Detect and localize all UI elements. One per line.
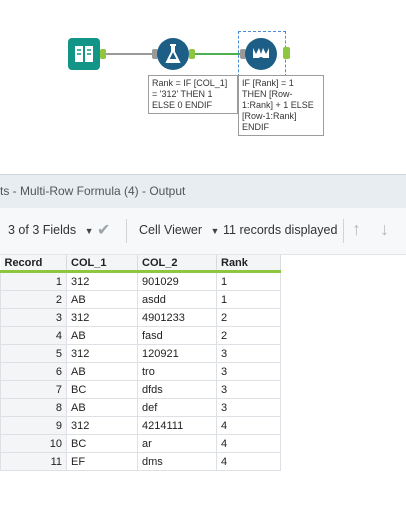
record-number: 10 <box>0 434 67 453</box>
multirow-annotation[interactable]: IF [Rank] = 1 THEN [Row- 1:Rank] + 1 ELS… <box>238 75 324 136</box>
annotation-line: THEN [Row- <box>242 89 293 99</box>
cell-viewer-dropdown[interactable]: Cell Viewer ▼ <box>139 223 219 237</box>
cell-col1[interactable]: AB <box>66 290 138 309</box>
cell-col2[interactable]: 901029 <box>137 271 217 291</box>
cell-col2[interactable]: dms <box>137 452 217 471</box>
cell-rank[interactable]: 3 <box>216 362 281 381</box>
cell-rank[interactable]: 3 <box>216 398 281 417</box>
column-header-col2[interactable]: COL_2 <box>137 255 217 273</box>
record-number: 6 <box>0 362 67 381</box>
table-row[interactable]: 5 312 120921 3 <box>0 344 281 363</box>
cell-col2[interactable]: tro <box>137 362 217 381</box>
cell-col1[interactable]: 312 <box>66 344 138 363</box>
cell-col2[interactable]: 4214111 <box>137 416 217 435</box>
workflow-canvas[interactable]: Rank = IF [COL_1] = '312' THEN 1 ELSE 0 … <box>0 0 406 170</box>
cell-rank[interactable]: 4 <box>216 452 281 471</box>
arrow-up-icon[interactable]: ↑ <box>352 219 361 240</box>
records-count: 11 records displayed <box>223 223 338 237</box>
table-row[interactable]: 9 312 4214111 4 <box>0 416 281 435</box>
cell-col1[interactable]: EF <box>66 452 138 471</box>
cell-col2[interactable]: 120921 <box>137 344 217 363</box>
table-row[interactable]: 1 312 901029 1 <box>0 271 281 291</box>
cell-col1[interactable]: AB <box>66 326 138 345</box>
cell-col1[interactable]: BC <box>66 380 138 399</box>
results-toolbar: 3 of 3 Fields ▼ ✔ Cell Viewer ▼ 11 recor… <box>0 208 406 255</box>
cell-col1[interactable]: 312 <box>66 416 138 435</box>
cell-col1[interactable]: 312 <box>66 271 138 291</box>
column-header-col1[interactable]: COL_1 <box>66 255 138 273</box>
record-number: 5 <box>0 344 67 363</box>
cell-col1[interactable]: AB <box>66 362 138 381</box>
cell-rank[interactable]: 4 <box>216 434 281 453</box>
cell-col1[interactable]: BC <box>66 434 138 453</box>
cell-rank[interactable]: 1 <box>216 271 281 291</box>
toolbar-divider <box>126 219 127 243</box>
table-row[interactable]: 8 AB def 3 <box>0 398 281 417</box>
chevron-down-icon: ▼ <box>79 226 94 236</box>
cell-rank[interactable]: 4 <box>216 416 281 435</box>
annotation-line: = '312' THEN 1 <box>152 89 213 99</box>
table-row[interactable]: 11 EF dms 4 <box>0 452 281 471</box>
table-row[interactable]: 7 BC dfds 3 <box>0 380 281 399</box>
cell-col2[interactable]: 4901233 <box>137 308 217 327</box>
cell-col1[interactable]: AB <box>66 398 138 417</box>
fields-label: 3 of 3 Fields <box>8 223 77 237</box>
cell-viewer-label: Cell Viewer <box>139 223 202 237</box>
cell-col2[interactable]: dfds <box>137 380 217 399</box>
cell-col1[interactable]: 312 <box>66 308 138 327</box>
column-header-record[interactable]: Record <box>0 255 67 273</box>
cell-rank[interactable]: 2 <box>216 308 281 327</box>
cell-rank[interactable]: 3 <box>216 344 281 363</box>
formula-annotation[interactable]: Rank = IF [COL_1] = '312' THEN 1 ELSE 0 … <box>148 75 238 114</box>
results-window-title: ts - Multi-Row Formula (4) - Output <box>0 174 406 209</box>
formula-tool-icon[interactable] <box>157 38 189 70</box>
column-header-rank[interactable]: Rank <box>216 255 281 273</box>
cell-rank[interactable]: 3 <box>216 380 281 399</box>
annotation-line: 1:Rank] + 1 ELSE <box>242 100 314 110</box>
annotation-line: IF [Rank] = 1 <box>242 78 294 88</box>
results-table: Record COL_1 COL_2 Rank 1 312 901029 1 2 AB a… <box>0 255 281 471</box>
cell-col2[interactable]: fasd <box>137 326 217 345</box>
record-number: 3 <box>0 308 67 327</box>
table-row[interactable]: 4 AB fasd 2 <box>0 326 281 345</box>
annotation-line: ELSE 0 ENDIF <box>152 100 213 110</box>
connection-line <box>106 53 157 55</box>
cell-rank[interactable]: 1 <box>216 290 281 309</box>
record-number: 1 <box>0 271 67 291</box>
annotation-line: Rank = IF [COL_1] <box>152 78 228 88</box>
record-number: 9 <box>0 416 67 435</box>
results-title-text: ts - Multi-Row Formula (4) - Output <box>0 184 186 198</box>
table-row[interactable]: 10 BC ar 4 <box>0 434 281 453</box>
record-number: 2 <box>0 290 67 309</box>
input-data-tool-icon[interactable] <box>68 38 100 70</box>
record-number: 4 <box>0 326 67 345</box>
table-header-row: Record COL_1 COL_2 Rank <box>0 255 281 273</box>
toolbar-divider <box>343 219 344 243</box>
table-row[interactable]: 6 AB tro 3 <box>0 362 281 381</box>
connection-line <box>195 53 240 55</box>
record-number: 8 <box>0 398 67 417</box>
output-anchor[interactable] <box>283 47 290 59</box>
cell-rank[interactable]: 2 <box>216 326 281 345</box>
annotation-line: ENDIF <box>242 122 269 132</box>
annotation-line: [Row-1:Rank] <box>242 111 297 121</box>
multi-row-formula-tool-icon[interactable] <box>245 38 277 70</box>
record-number: 7 <box>0 380 67 399</box>
table-row[interactable]: 2 AB asdd 1 <box>0 290 281 309</box>
fields-dropdown[interactable]: 3 of 3 Fields ▼ <box>8 223 94 237</box>
cell-col2[interactable]: ar <box>137 434 217 453</box>
table-row[interactable]: 3 312 4901233 2 <box>0 308 281 327</box>
record-number: 11 <box>0 452 67 471</box>
cell-col2[interactable]: def <box>137 398 217 417</box>
chevron-down-icon: ▼ <box>205 226 220 236</box>
cell-col2[interactable]: asdd <box>137 290 217 309</box>
checkmark-icon[interactable]: ✔ <box>97 220 110 240</box>
arrow-down-icon[interactable]: ↓ <box>380 219 389 240</box>
